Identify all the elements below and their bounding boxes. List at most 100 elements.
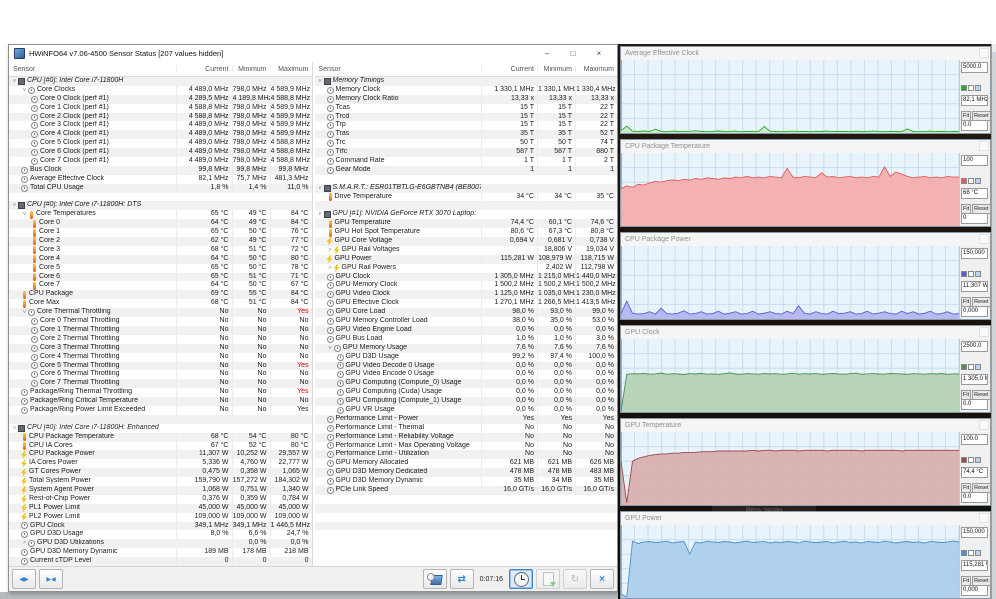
graph-current-value-box[interactable]: 1 305,0 MHz <box>961 374 988 385</box>
graph-ymin-box[interactable]: 0,000 <box>961 585 988 596</box>
sensor-row[interactable]: Core 665 °C51 °C71 °C <box>9 273 312 282</box>
sensor-row[interactable]: Core 5 Thermal ThrottlingNoNoYes <box>9 362 312 371</box>
sensor-row[interactable]: IA Cores Power5,336 W4,760 W22,777 W <box>9 459 312 468</box>
expand-chevron[interactable]: v <box>11 424 18 433</box>
sensor-row[interactable]: Core 464 °C50 °C80 °C <box>9 255 312 264</box>
graph-ymin-box[interactable]: 0 <box>961 213 988 224</box>
background-color-swatch[interactable] <box>968 271 974 277</box>
sensor-row[interactable]: Core 1 Clock (perf #1)4 588,8 MHz798,0 M… <box>9 104 312 113</box>
expand-chevron[interactable]: v <box>21 210 28 219</box>
section-header-row[interactable]: vCPU [#0]: Intel Core i7-11800H: Enhance… <box>9 424 312 433</box>
graph-ymin-box[interactable]: 0.0 <box>961 120 988 131</box>
sensor-row[interactable]: Core 565 °C50 °C78 °C <box>9 264 312 273</box>
sensor-row[interactable]: Core 0 Clock (perf #1)4 289,5 MHz4 189,8… <box>9 95 312 104</box>
sensor-row[interactable]: GPU Video Engine Load0,0 %0,0 %0,0 % <box>315 326 618 335</box>
background-color-swatch[interactable] <box>968 178 974 184</box>
graph-window-gpu-power[interactable]: GPU Power150,000115,281 WFit yReset0,000 <box>620 511 991 599</box>
section-header-row[interactable]: vGPU [#1]: NVIDIA GeForce RTX 3070 Lapto… <box>315 210 618 219</box>
sensor-row[interactable]: Core Max68 °C51 °C84 °C <box>9 299 312 308</box>
expand-chevron[interactable]: v <box>317 184 324 193</box>
screen-edge-scrollbar[interactable] <box>991 44 996 599</box>
sensor-row[interactable]: Package/Ring Critical TemperatureNoNoNo <box>9 397 312 406</box>
sensor-row[interactable]: GPU Video Decode 0 Usage0,0 %0,0 %0,0 % <box>315 362 618 371</box>
minimize-button[interactable]: – <box>534 47 560 61</box>
sensor-row[interactable]: Core 165 °C50 °C76 °C <box>9 228 312 237</box>
sensor-row[interactable]: Package/Ring Power Limit ExceededNoNoYes <box>9 406 312 415</box>
sensor-row[interactable]: Core 7 Clock (perf #1)4 489,0 MHz798,0 M… <box>9 157 312 166</box>
sensor-row[interactable]: PCIe Link Speed16,0 GT/s16,0 GT/s16,0 GT… <box>315 486 618 495</box>
sensor-row[interactable]: GPU Clock349,1 MHz349,1 MHz1 446,5 MHz <box>9 522 312 531</box>
sensor-row[interactable]: GPU Effective Clock1 270,1 MHz1 266,5 MH… <box>315 299 618 308</box>
graph-current-value-box[interactable]: 115,281 W <box>961 560 988 571</box>
col-sensor[interactable]: Sensor <box>315 66 482 73</box>
grid-color-swatch[interactable] <box>975 364 981 370</box>
reset-values-button[interactable]: ↻ <box>563 569 587 589</box>
sensor-row[interactable]: Gear Mode111 <box>315 166 618 175</box>
sensor-row[interactable]: GPU D3D Usage99,2 %97,4 %100,0 % <box>315 353 618 362</box>
close-window-button[interactable]: × <box>586 47 612 61</box>
sensor-row[interactable]: Core 064 °C49 °C84 °C <box>9 219 312 228</box>
sensor-row[interactable]: GPU Bus Load1,0 %1,0 %3,0 % <box>315 335 618 344</box>
sensor-row[interactable]: Command Rate1 T1 T2 T <box>315 157 618 166</box>
column-header[interactable]: Sensor Current Minimum Maximum <box>9 62 312 77</box>
background-color-swatch[interactable] <box>968 85 974 91</box>
sensor-row[interactable]: GPU Temperature74,4 °C60,1 °C74,6 °C <box>315 219 618 228</box>
sensor-row[interactable]: GPU Hot Spot Temperature80,6 °C67,3 °C80… <box>315 228 618 237</box>
section-header-row[interactable]: vCPU [#0]: Intel Core i7-11800H <box>9 77 312 86</box>
sensor-row[interactable]: >GPU Rail Voltages18,806 V19,034 V <box>315 246 618 255</box>
graph-ymax-box[interactable]: 150,000 <box>961 527 988 538</box>
sensor-row[interactable]: Core 2 Thermal ThrottlingNoNoNo <box>9 335 312 344</box>
sensor-row[interactable]: vCore Temperatures65 °C49 °C84 °C <box>9 210 312 219</box>
graph-ymax-box[interactable]: 2500.0 <box>961 341 988 352</box>
sensor-row[interactable]: Package/Ring Thermal ThrottlingNoNoYes <box>9 388 312 397</box>
sensor-row[interactable]: Drive Temperature34 °C34 °C35 °C <box>315 193 618 202</box>
section-header-row[interactable]: vMemory Timings <box>315 77 618 86</box>
sensor-row[interactable]: Trfc587 T587 T880 T <box>315 148 618 157</box>
sensor-row[interactable]: GT Cores Power0,475 W0,358 W1,065 W <box>9 468 312 477</box>
sensor-row[interactable]: CPU Package Power11,307 W10,252 W29,557 … <box>9 450 312 459</box>
sensor-row[interactable]: GPU Video Clock1 125,0 MHz1 035,0 MHz1 2… <box>315 290 618 299</box>
sensor-row[interactable]: GPU Computing (Compute_1) Usage0,0 %0,0 … <box>315 397 618 406</box>
expand-chevron[interactable]: > <box>21 539 28 548</box>
graph-ymax-box[interactable]: 100.0 <box>961 434 988 445</box>
sensor-row[interactable]: vGPU Memory Usage7,6 %7,6 %7,6 % <box>315 344 618 353</box>
find-value-button[interactable] <box>423 569 447 589</box>
clock-mode-button[interactable] <box>509 569 533 589</box>
sensor-row[interactable]: PL2 Power Limit109,000 W109,000 W109,000… <box>9 513 312 522</box>
series-color-swatch[interactable] <box>961 85 967 91</box>
sensor-row[interactable]: vCore Clocks4 489,0 MHz798,0 MHz4 589,9 … <box>9 86 312 95</box>
sensor-row[interactable]: Core 6 Clock (perf #1)4 489,0 MHz798,0 M… <box>9 148 312 157</box>
sensor-row[interactable]: GPU Core Voltage0,694 V0,681 V0,738 V <box>315 237 618 246</box>
graph-title-button[interactable] <box>979 420 989 430</box>
section-header-row[interactable]: vS.M.A.R.T.: ESR01TBTLG-E6GBTNB4 (BE8007… <box>315 184 618 193</box>
graph-window-gpu-clock[interactable]: GPU Clock2500.01 305,0 MHzFit yReset0.0 <box>620 325 991 413</box>
sensor-row[interactable]: >GPU D3D Utilizations0,0 %0,0 % <box>9 539 312 548</box>
sensor-row[interactable]: Memory Clock1 330,1 MHz1 330,1 MHz1 330,… <box>315 86 618 95</box>
sensor-row[interactable]: GPU Clock1 305,0 MHz1 215,0 MHz1 440,0 M… <box>315 273 618 282</box>
graph-title-button[interactable] <box>979 513 989 523</box>
graph-ymin-box[interactable]: 0.0 <box>961 492 988 503</box>
grid-color-swatch[interactable] <box>975 178 981 184</box>
logging-button[interactable] <box>536 569 560 589</box>
col-current[interactable]: Current <box>481 66 537 73</box>
sensor-row[interactable]: Trcd15 T15 T22 T <box>315 113 618 122</box>
series-color-swatch[interactable] <box>961 178 967 184</box>
sensor-row[interactable]: Core 5 Clock (perf #1)4 489,0 MHz798,0 M… <box>9 139 312 148</box>
series-color-swatch[interactable] <box>961 271 967 277</box>
grid-color-swatch[interactable] <box>975 85 981 91</box>
graph-window-cpu-package-power[interactable]: CPU Package Power150,00011,307 WFit yRes… <box>620 232 991 320</box>
sensor-row[interactable]: CPU IA Cores67 °C52 °C80 °C <box>9 442 312 451</box>
series-color-swatch[interactable] <box>961 364 967 370</box>
close-sensors-button[interactable]: × <box>590 569 614 589</box>
sensor-row[interactable]: vCore Thermal ThrottlingNoNoYes <box>9 308 312 317</box>
sensor-row[interactable]: GPU D3D Memory Dynamic189 MB178 MB218 MB <box>9 548 312 557</box>
sensor-row[interactable]: Core 262 °C49 °C77 °C <box>9 237 312 246</box>
grid-color-swatch[interactable] <box>975 271 981 277</box>
series-color-swatch[interactable] <box>961 550 967 556</box>
sensor-row[interactable]: GPU Memory Controller Load38,0 %35,0 %53… <box>315 317 618 326</box>
sensor-row[interactable]: Trp15 T15 T22 T <box>315 121 618 130</box>
col-minimum[interactable]: Minimum <box>537 66 575 73</box>
graph-current-value-box[interactable]: 82,1 MHz <box>961 95 988 106</box>
background-color-swatch[interactable] <box>968 364 974 370</box>
sensor-row[interactable]: Core 764 °C50 °C67 °C <box>9 281 312 290</box>
